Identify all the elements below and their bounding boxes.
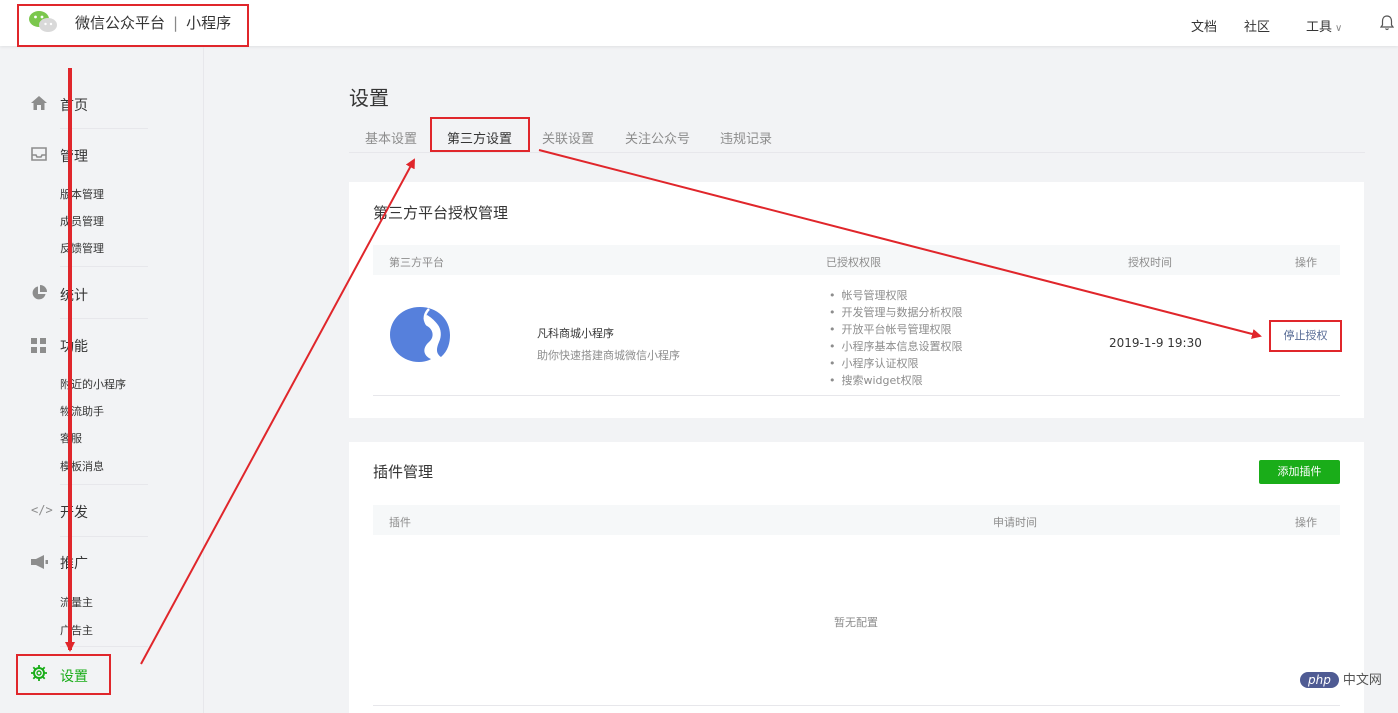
inbox-icon [31,147,47,161]
sidebar-item-feedback-manage[interactable]: 反馈管理 [60,240,104,256]
sidebar-item-customer-service[interactable]: 客服 [60,430,82,446]
list-item: 小程序认证权限 [829,355,963,372]
sidebar-divider [60,536,148,537]
tab-related-settings[interactable]: 关联设置 [542,128,594,147]
sidebar-item-member-manage[interactable]: 成员管理 [60,213,104,229]
app-name: 凡科商城小程序 [537,327,614,340]
sidebar-divider [60,128,148,129]
sidebar-item-advertiser[interactable]: 广告主 [60,622,93,638]
list-item: 帐号管理权限 [829,287,963,304]
sidebar-item-develop[interactable]: 开发 [60,502,88,522]
sidebar-item-features[interactable]: 功能 [60,336,88,356]
plugin-card: 插件管理 添加插件 插件 申请时间 操作 暂无配置 [349,442,1364,713]
tab-basic-settings[interactable]: 基本设置 [365,128,417,147]
sidebar-item-home[interactable]: 首页 [60,95,88,115]
col-apply-time: 申请时间 [993,516,1037,529]
pie-chart-icon [32,285,47,300]
sidebar-divider [60,318,148,319]
sidebar-item-promote[interactable]: 推广 [60,553,88,573]
plugin-card-title: 插件管理 [373,463,434,481]
row-divider [373,395,1340,396]
tab-violation-records[interactable]: 违规记录 [720,128,772,147]
col-plugin: 插件 [389,516,411,529]
sidebar-item-stats[interactable]: 统计 [60,285,88,305]
nav-community-link[interactable]: 社区 [1244,16,1270,35]
sidebar-item-template-message[interactable]: 模板消息 [60,458,104,474]
watermark-text: 中文网 [1342,673,1382,688]
sidebar-item-nearby-miniprogram[interactable]: 附近的小程序 [60,376,126,392]
tab-highlight-box [430,117,530,152]
stop-authorization-button[interactable]: 停止授权 [1269,320,1342,352]
col-platform: 第三方平台 [389,256,444,269]
list-item: 开发管理与数据分析权限 [829,304,963,321]
fanke-logo-icon [390,307,450,362]
auth-time: 2019-1-9 19:30 [1109,336,1202,350]
third-party-card: 第三方平台授权管理 第三方平台 已授权权限 授权时间 操作 凡科商城小程序 助你… [349,182,1364,418]
grid-icon [31,338,46,353]
sidebar-item-version-manage[interactable]: 版本管理 [60,186,104,202]
third-party-table-header: 第三方平台 已授权权限 授权时间 操作 [373,245,1340,275]
nav-tools-label: 工具 [1306,20,1333,35]
permission-list: 帐号管理权限 开发管理与数据分析权限 开放平台帐号管理权限 小程序基本信息设置权… [829,287,963,389]
col-plugin-action: 操作 [1295,516,1317,529]
app-description: 助你快速搭建商城微信小程序 [537,349,680,362]
sidebar-divider [60,266,148,267]
sidebar-divider [60,484,148,485]
nav-docs-link[interactable]: 文档 [1191,16,1217,35]
list-item: 搜索widget权限 [829,372,963,389]
watermark: php 中文网 [1300,669,1382,688]
sidebar-item-logistics[interactable]: 物流助手 [60,403,104,419]
row-divider [373,705,1340,706]
sidebar-item-manage[interactable]: 管理 [60,146,88,166]
col-permissions: 已授权权限 [826,256,881,269]
logo-highlight-box [17,4,249,47]
code-icon: </> [31,503,53,517]
plugin-table-header: 插件 申请时间 操作 [373,505,1340,535]
add-plugin-button[interactable]: 添加插件 [1259,460,1340,484]
bell-icon[interactable] [1380,15,1394,31]
page-title: 设置 [349,86,389,110]
sidebar-item-traffic-owner[interactable]: 流量主 [60,594,93,610]
empty-state: 暂无配置 [834,616,878,629]
list-item: 开放平台帐号管理权限 [829,321,963,338]
php-logo: php [1300,672,1339,688]
tab-follow-official-account[interactable]: 关注公众号 [625,128,690,147]
col-action: 操作 [1295,256,1317,269]
sidebar-divider [60,646,148,647]
list-item: 小程序基本信息设置权限 [829,338,963,355]
col-auth-time: 授权时间 [1128,256,1172,269]
third-party-card-title: 第三方平台授权管理 [373,204,509,222]
settings-highlight-box [16,654,111,695]
home-icon [31,96,47,110]
megaphone-icon [31,555,48,569]
chevron-down-icon: ∨ [1335,23,1343,34]
nav-tools-menu[interactable]: 工具 ∨ [1306,16,1342,35]
